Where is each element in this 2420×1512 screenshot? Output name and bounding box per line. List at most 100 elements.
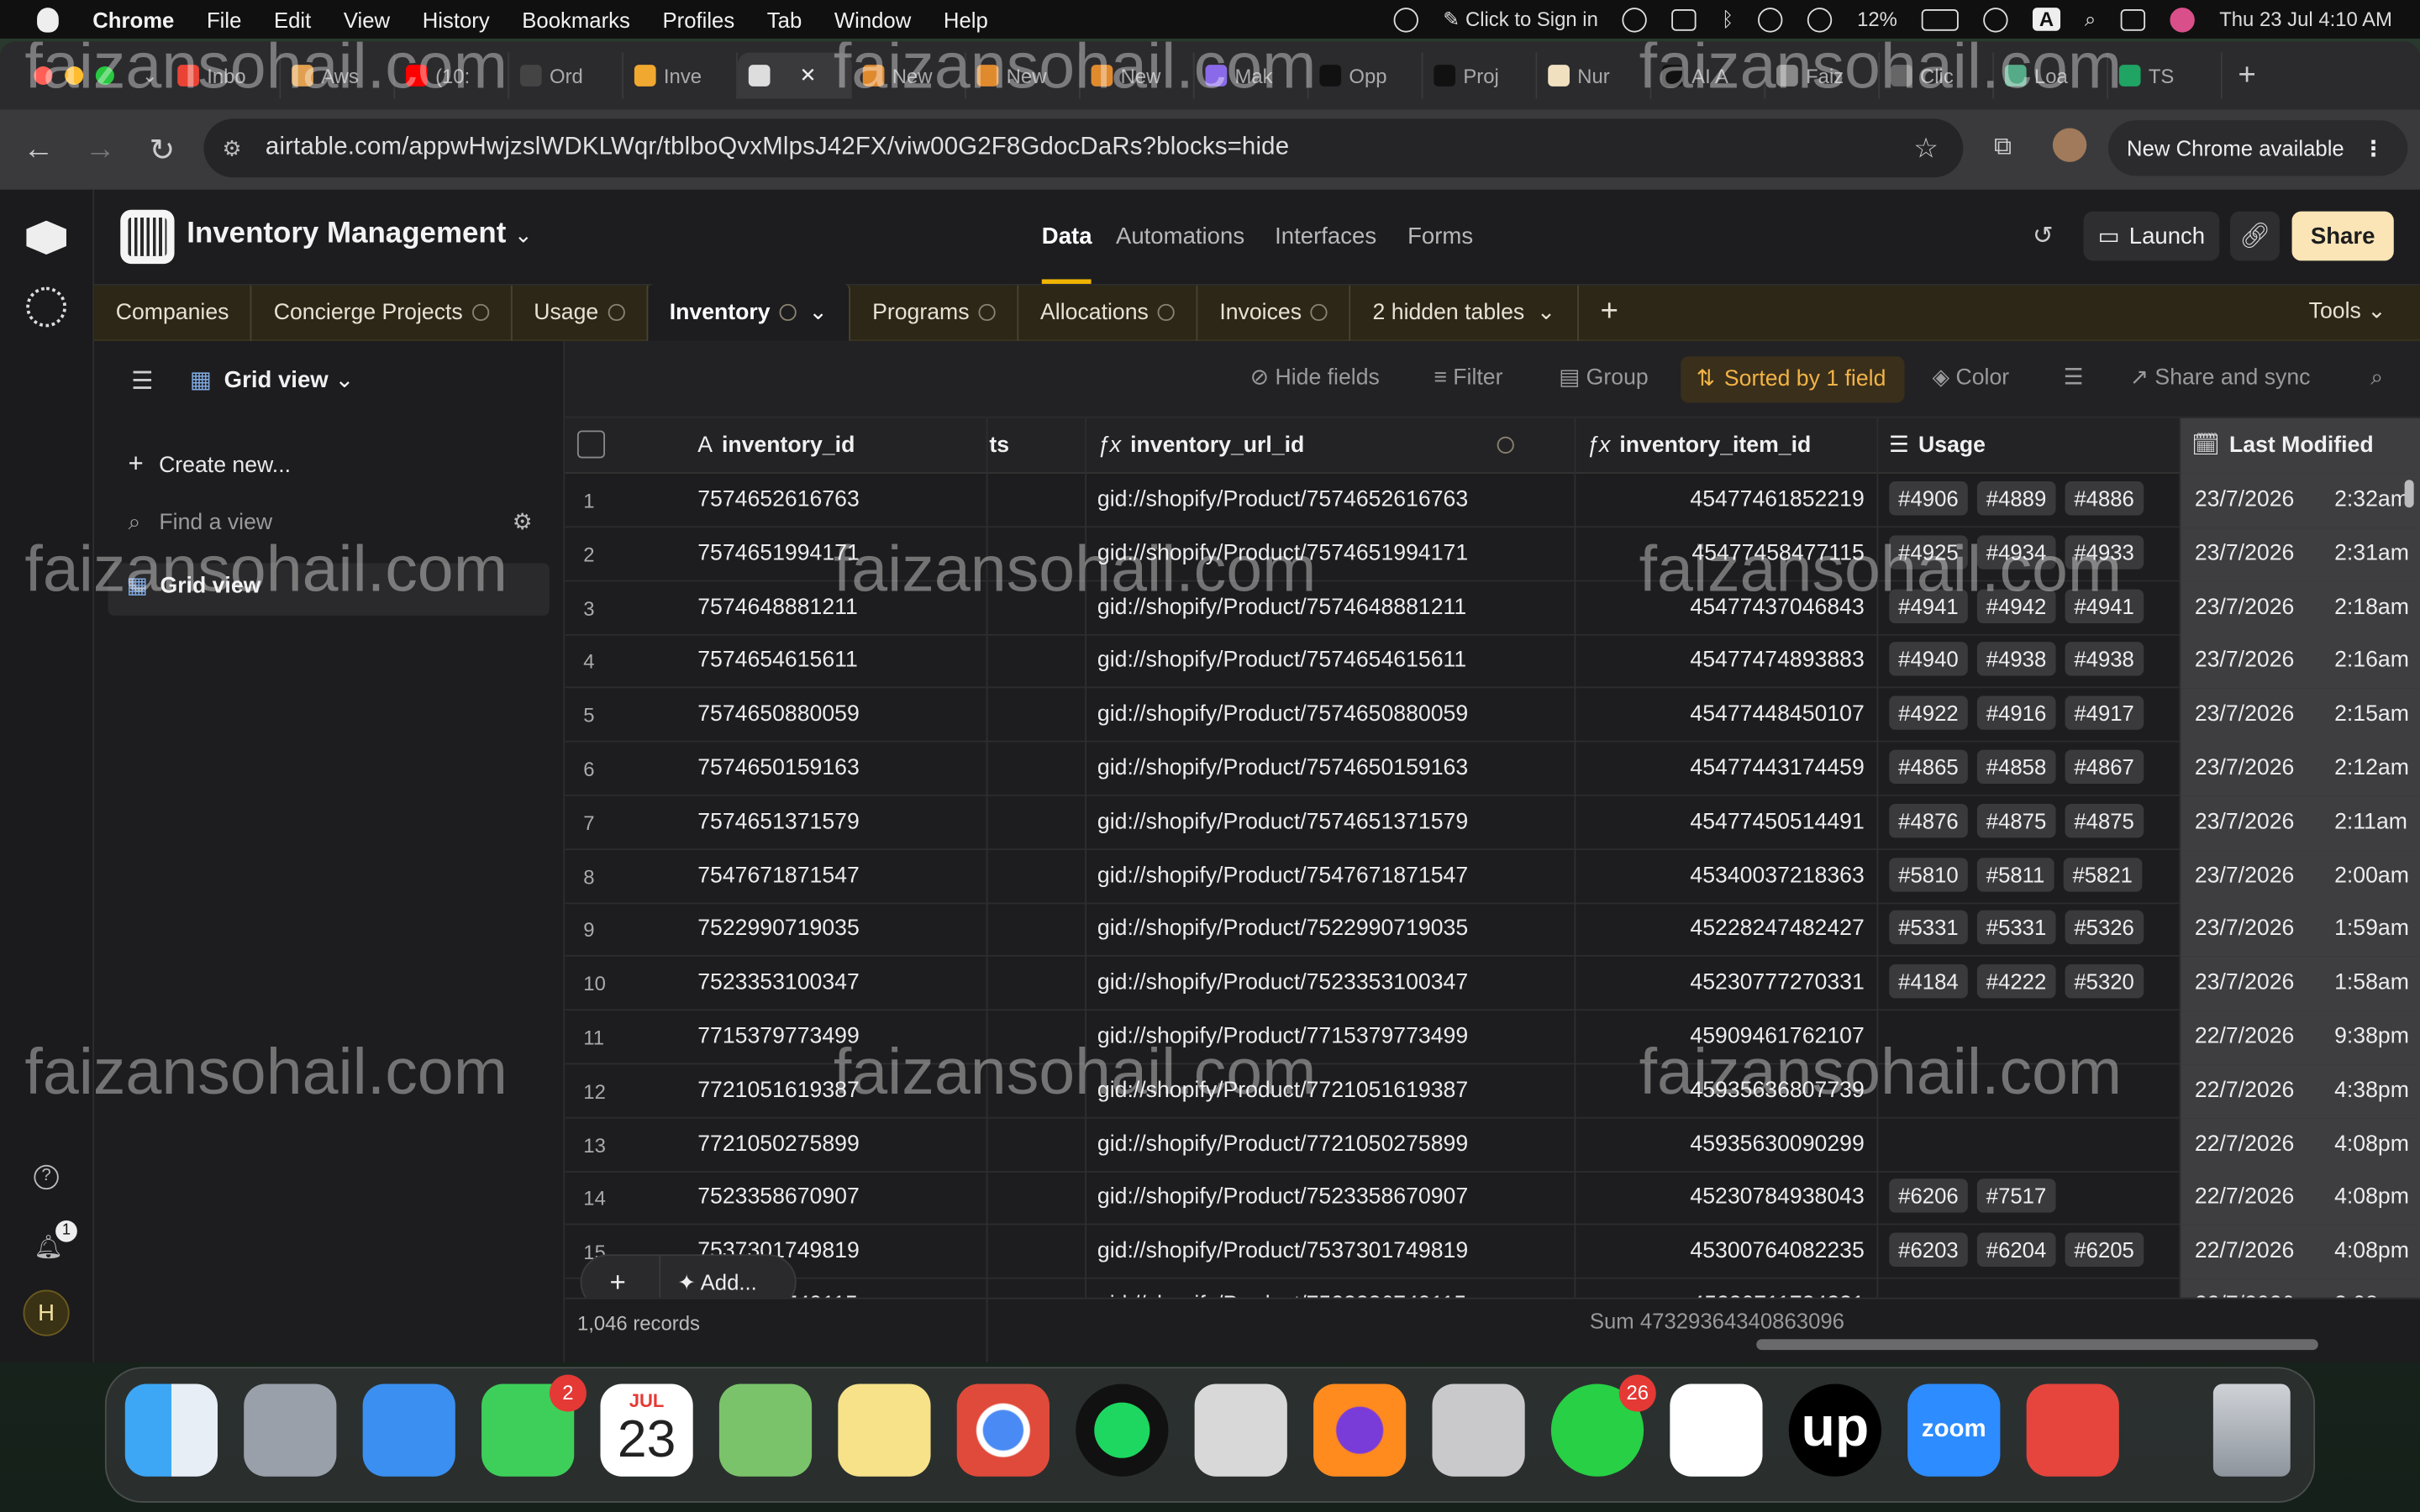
table-row[interactable]: 12 7721051619387 gid://shopify/Product/772… — [565, 1063, 2420, 1119]
siri-icon[interactable] — [2170, 7, 2195, 32]
sign-in-status[interactable]: ✎ Click to Sign in — [1443, 7, 1598, 31]
base-barcode-icon[interactable] — [120, 209, 175, 265]
usage-tag[interactable]: #4858 — [1976, 749, 2056, 785]
browser-tab[interactable]: Proj — [1423, 52, 1538, 99]
usage-tag[interactable]: #5810 — [1889, 857, 1968, 891]
cell-last-modified[interactable]: 23/7/2026 2:31am — [2179, 527, 2420, 582]
cell-usage[interactable]: #4184 #4222 #5320 — [1889, 957, 2179, 1011]
cell-inventory-id[interactable]: 7574654615611 — [697, 635, 858, 689]
browser-tab[interactable]: Ord — [509, 52, 624, 99]
apple-menu-icon[interactable] — [37, 7, 59, 32]
table-tab-allocations[interactable]: Allocations — [1018, 284, 1198, 340]
hamburger-menu-icon[interactable]: ☰ — [131, 365, 153, 396]
browser-tab[interactable]: ✕ — [738, 52, 852, 99]
notes-icon[interactable] — [838, 1383, 931, 1477]
cell-inventory-url-id[interactable]: gid://shopify/Product/7574650880059 — [1097, 689, 1468, 743]
info-icon[interactable] — [1157, 303, 1176, 322]
play-icon[interactable] — [1807, 7, 1833, 32]
row-number[interactable]: 13 — [583, 1118, 644, 1172]
cell-last-modified[interactable]: 23/7/2026 1:59am — [2179, 903, 2420, 958]
cell-last-modified[interactable]: 22/7/2026 4:08pm — [2179, 1171, 2420, 1226]
table-row[interactable]: 2 7574651994171 gid://shopify/Product/7574… — [565, 527, 2420, 582]
usage-tag[interactable]: #4886 — [2065, 481, 2144, 516]
menu-view[interactable]: View — [344, 7, 390, 31]
browser-tab[interactable]: AI A — [1651, 52, 1766, 99]
table-row[interactable]: 6 7574650159163 gid://shopify/Product/7574… — [565, 742, 2420, 796]
cell-inventory-id[interactable]: 7721051619387 — [697, 1064, 860, 1118]
hidden-tables-dropdown[interactable]: 2 hidden tables ⌄ — [1351, 284, 1579, 340]
control-center-icon[interactable] — [2120, 8, 2146, 30]
cell-usage[interactable]: #5331 #5331 #5326 — [1889, 903, 2179, 957]
tab-search-chevron-icon[interactable]: ⌄ — [142, 65, 157, 87]
cell-inventory-item-id[interactable]: 45230777270331 — [1586, 957, 1864, 1011]
add-with-ai-button[interactable]: ✦ Add... — [677, 1270, 757, 1296]
cell-inventory-url-id[interactable]: gid://shopify/Product/7523353100347 — [1097, 957, 1468, 1011]
table-row[interactable]: 5 7574650880059 gid://shopify/Product/7574… — [565, 688, 2420, 743]
maps-icon[interactable] — [718, 1383, 813, 1477]
usage-tag[interactable]: #5326 — [2065, 911, 2144, 945]
cell-inventory-item-id[interactable]: 45230711734331 — [1586, 1279, 1864, 1298]
base-chevron-down-icon[interactable]: ⌄ — [514, 222, 533, 246]
calculator-icon[interactable] — [1194, 1383, 1287, 1477]
cell-usage[interactable]: #5810 #5811 #5821 — [1889, 849, 2179, 903]
link-status-icon[interactable] — [1983, 7, 2009, 32]
cell-inventory-url-id[interactable]: gid://shopify/Product/7537301749819 — [1097, 1226, 1468, 1279]
cell-inventory-item-id[interactable]: 45477443174459 — [1586, 742, 1864, 795]
nav-forms[interactable]: Forms — [1407, 223, 1473, 249]
table-tab-usage[interactable]: Usage — [513, 284, 648, 340]
iphone-mirroring-icon[interactable] — [1432, 1383, 1525, 1477]
menu-tab[interactable]: Tab — [767, 7, 802, 31]
info-icon[interactable] — [608, 303, 625, 322]
row-number[interactable]: 7 — [583, 795, 644, 849]
browser-tab[interactable]: Clic — [1880, 52, 1995, 99]
cell-inventory-url-id[interactable]: gid://shopify/Product/7574651371579 — [1097, 795, 1468, 849]
cell-inventory-url-id[interactable]: gid://shopify/Product/7715379773499 — [1097, 1011, 1468, 1064]
row-number[interactable]: 3 — [583, 581, 644, 635]
cell-inventory-id[interactable]: 7523358670907 — [697, 1172, 860, 1226]
chevron-down-icon[interactable]: ⌄ — [809, 300, 828, 324]
mail-icon[interactable] — [362, 1383, 455, 1477]
cell-usage[interactable] — [1889, 1011, 2179, 1064]
cell-inventory-url-id[interactable]: gid://shopify/Product/7574648881211 — [1097, 581, 1466, 635]
usage-tag[interactable]: #5811 — [1976, 857, 2054, 891]
cell-inventory-item-id[interactable]: 45230784938043 — [1586, 1172, 1864, 1226]
trash-icon[interactable] — [2212, 1383, 2291, 1477]
cell-last-modified[interactable]: 23/7/2026 2:32am — [2179, 473, 2420, 528]
row-height-icon[interactable]: ☰ — [2064, 365, 2084, 390]
calendar-icon[interactable]: JUL 23 — [600, 1383, 693, 1477]
profile-avatar[interactable] — [2052, 128, 2087, 162]
usage-tag[interactable]: #4938 — [1976, 642, 2056, 677]
cell-last-modified[interactable]: 23/7/2026 2:11am — [2179, 795, 2420, 850]
cell-inventory-id[interactable]: 7574650880059 — [697, 689, 860, 743]
usage-tag[interactable]: #4875 — [2065, 803, 2144, 837]
cell-last-modified[interactable]: 23/7/2026 2:15am — [2179, 688, 2420, 743]
forward-icon[interactable]: → — [83, 132, 117, 167]
usage-tag[interactable]: #4916 — [1976, 696, 2056, 731]
column-header-usage[interactable]: ☰ Usage — [1889, 418, 1986, 474]
cell-inventory-item-id[interactable]: 45228247482427 — [1586, 903, 1864, 957]
cell-usage[interactable]: #4865 #4858 #4867 — [1889, 742, 2179, 795]
table-tab-invoices[interactable]: Invoices — [1198, 284, 1351, 340]
usage-tag[interactable]: #4906 — [1889, 481, 1968, 516]
launch-button[interactable]: ▭ Launch — [2083, 211, 2220, 261]
row-number[interactable]: 5 — [583, 689, 644, 743]
usage-tag[interactable]: #4876 — [1889, 803, 1968, 837]
table-row[interactable]: 4 7574654615611 gid://shopify/Product/7574… — [565, 634, 2420, 689]
cell-last-modified[interactable]: 22/7/2026 4:08pm — [2179, 1117, 2420, 1173]
add-record-button[interactable]: + — [610, 1267, 626, 1299]
usage-tag[interactable]: #4941 — [1889, 588, 1968, 623]
browser-tab[interactable]: TS — [2108, 52, 2223, 99]
settings-gear-icon[interactable]: ⚙ — [513, 511, 533, 535]
cell-usage[interactable]: #6206 #7517 — [1889, 1172, 2179, 1226]
cell-usage[interactable]: #4906 #4889 #4886 — [1889, 474, 2179, 528]
usage-tag[interactable]: #6206 — [1889, 1179, 1968, 1214]
battery-icon[interactable] — [1922, 8, 1960, 30]
zoom-status-icon[interactable] — [1393, 7, 1418, 32]
bluetooth-icon[interactable]: ᛒ — [1722, 8, 1733, 31]
cell-usage[interactable] — [1889, 1279, 2179, 1298]
usage-tag[interactable]: #4934 — [1976, 534, 2056, 570]
table-row[interactable]: 13 7721050275899 gid://shopify/Product/772… — [565, 1117, 2420, 1173]
cell-inventory-item-id[interactable]: 45935630090299 — [1586, 1118, 1864, 1172]
usage-tag[interactable]: #4938 — [2065, 642, 2144, 677]
whatsapp-icon[interactable]: 26 — [1550, 1374, 1656, 1477]
